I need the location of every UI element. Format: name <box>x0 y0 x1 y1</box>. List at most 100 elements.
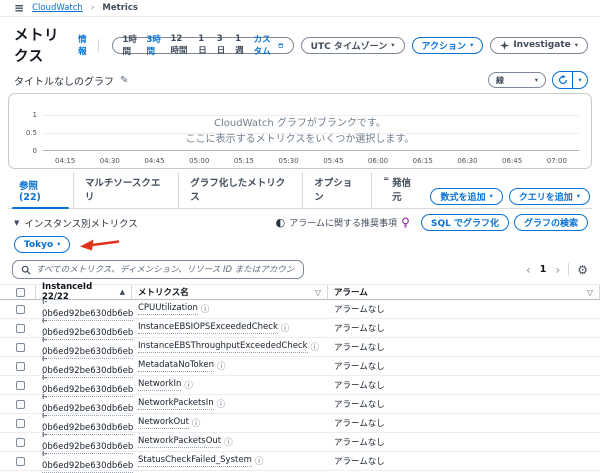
row-checkbox[interactable] <box>16 343 25 352</box>
tab-label: オプション <box>314 175 360 203</box>
info-icon[interactable]: ⓘ <box>217 360 226 372</box>
time-range-option[interactable]: 3時間 <box>146 33 161 57</box>
refresh-split-button[interactable]: ▾ <box>552 71 588 89</box>
metric-name: StatusCheckFailed_System <box>138 455 252 467</box>
tab-label: マルチソースクエリ <box>85 175 167 203</box>
tab[interactable]: = 発信元 <box>371 172 430 208</box>
column-header-alarm[interactable]: アラーム ▽ <box>328 285 600 299</box>
info-icon[interactable]: ⓘ <box>192 417 201 429</box>
search-icon <box>21 265 31 275</box>
row-checkbox[interactable] <box>16 305 25 314</box>
column-header-metric-name[interactable]: メトリクス名 ▽ <box>132 285 328 299</box>
metric-name: CPUUtilization <box>138 303 198 315</box>
collapse-caret-icon[interactable]: ▼ <box>14 219 19 227</box>
time-range-option[interactable]: 1時間 <box>122 33 137 57</box>
region-dropdown[interactable]: Tokyo ▾ <box>14 236 70 253</box>
source-icon: = <box>383 175 389 185</box>
time-range-option[interactable]: 1日 <box>198 34 207 56</box>
add-query-button[interactable]: クエリを追加 ▾ <box>509 188 590 205</box>
tab-label: 発信元 <box>392 175 419 203</box>
time-range-label: 1日 <box>198 34 207 56</box>
time-range-label: 3時間 <box>146 33 161 57</box>
row-checkbox[interactable] <box>16 381 25 390</box>
x-tick-label: 06:15 <box>413 157 433 165</box>
annotation-arrow <box>79 238 121 251</box>
chevron-down-icon: ▾ <box>391 42 394 49</box>
row-checkbox[interactable] <box>16 324 25 333</box>
lightbulb-icon <box>401 217 410 228</box>
timezone-dropdown[interactable]: UTC タイムゾーン ▾ <box>301 37 405 54</box>
sort-icon[interactable]: ▽ <box>309 288 321 297</box>
edit-pencil-icon[interactable]: ✎ <box>120 75 128 86</box>
tab[interactable]: = 参照 (22) <box>8 175 73 208</box>
info-icon[interactable]: ⓘ <box>184 379 193 391</box>
alarm-recommendation-toggle[interactable]: ◐ <box>276 217 286 228</box>
breadcrumb-separator-icon: › <box>91 3 95 13</box>
actions-button[interactable]: アクション ▾ <box>412 37 484 54</box>
chevron-down-icon: ▾ <box>470 42 473 49</box>
refresh-icon[interactable] <box>553 72 572 88</box>
info-icon[interactable]: ⓘ <box>311 341 320 353</box>
graph-title: タイトルなしのグラフ <box>14 73 114 88</box>
y-tick-label: 0 <box>33 147 37 155</box>
x-tick-label: 05:30 <box>279 157 299 165</box>
select-all-checkbox[interactable] <box>16 288 25 297</box>
row-checkbox[interactable] <box>16 419 25 428</box>
sort-icon[interactable]: ▽ <box>581 288 593 297</box>
metric-name: InstanceEBSThroughputExceededCheck <box>138 341 308 353</box>
time-range-option[interactable]: 3日 <box>217 34 226 56</box>
info-icon[interactable]: ⓘ <box>224 436 233 448</box>
time-range-option[interactable]: 12時間 <box>170 34 189 56</box>
info-link[interactable]: 情報 <box>78 33 91 57</box>
next-page-icon[interactable]: › <box>555 264 560 276</box>
chevron-down-icon: ▾ <box>535 77 538 84</box>
refresh-options-chevron-icon[interactable]: ▾ <box>572 72 587 88</box>
chart-type-dropdown[interactable]: 線 ▾ <box>488 72 546 88</box>
x-tick-label: 07:00 <box>547 157 567 165</box>
instance-metrics-section-header: ▼ インスタンス別メトリクス ◐ アラームに関する推奨事項 SQL でグラフ化 … <box>0 209 600 233</box>
tab[interactable]: = オプション <box>302 172 371 208</box>
alarm-status: アラームなし <box>334 379 385 391</box>
alarm-status: アラームなし <box>334 360 385 372</box>
table-row[interactable]: i-0b6ed92be630db6eb StatusCheckFailed_Sy… <box>0 452 600 471</box>
time-range-label: 3日 <box>217 34 226 56</box>
sql-graph-button[interactable]: SQL でグラフ化 <box>421 214 509 231</box>
info-icon[interactable]: ⓘ <box>201 303 210 315</box>
column-label: アラーム <box>334 286 368 298</box>
add-math-button[interactable]: 数式を追加 ▾ <box>430 188 502 205</box>
metrics-search-field[interactable] <box>12 260 304 279</box>
tab[interactable]: = マルチソースクエリ <box>73 172 178 208</box>
chart-canvas: 10.50 CloudWatch グラフがブランクです。 ここに表示するメトリク… <box>8 93 592 169</box>
empty-chart-subtitle: ここに表示するメトリクスをいくつか選択します。 <box>9 132 591 148</box>
row-checkbox[interactable] <box>16 400 25 409</box>
hamburger-menu-icon[interactable]: ≡ <box>14 1 24 15</box>
time-range-label: 1時間 <box>122 33 137 57</box>
tab-label: 参照 (22) <box>19 178 62 203</box>
row-checkbox[interactable] <box>16 457 25 466</box>
time-range-option[interactable]: 1週 <box>235 34 244 56</box>
x-tick-label: 05:45 <box>323 157 343 165</box>
previous-page-icon[interactable]: ‹ <box>526 264 531 276</box>
time-range-option[interactable]: カスタム <box>254 33 284 57</box>
gear-icon[interactable]: ⚙ <box>577 264 588 276</box>
current-page[interactable]: 1 <box>540 264 547 275</box>
alarm-status: アラームなし <box>334 417 385 429</box>
sort-ascending-icon[interactable]: ▲ <box>114 288 125 296</box>
metric-name: NetworkPacketsOut <box>138 436 221 448</box>
table-toolbar: ‹ 1 › ⚙ <box>0 257 600 283</box>
chevron-down-icon: ▾ <box>489 193 492 200</box>
search-input[interactable] <box>36 265 295 275</box>
breadcrumb-cloudwatch-link[interactable]: CloudWatch <box>32 3 83 13</box>
metric-name: MetadataNoToken <box>138 360 214 372</box>
info-icon[interactable]: ⓘ <box>281 322 290 334</box>
add-math-label: 数式を追加 <box>440 190 485 203</box>
row-checkbox[interactable] <box>16 362 25 371</box>
row-checkbox[interactable] <box>16 438 25 447</box>
info-icon[interactable]: ⓘ <box>255 455 264 467</box>
metric-name: NetworkOut <box>138 417 189 429</box>
search-graphs-button[interactable]: グラフの検索 <box>514 214 588 231</box>
investigate-button[interactable]: Investigate ▾ <box>490 37 588 54</box>
tab[interactable]: = グラフ化したメトリクス <box>178 172 302 208</box>
time-range-label: 12時間 <box>170 34 189 56</box>
alarm-status: アラームなし <box>334 341 385 353</box>
